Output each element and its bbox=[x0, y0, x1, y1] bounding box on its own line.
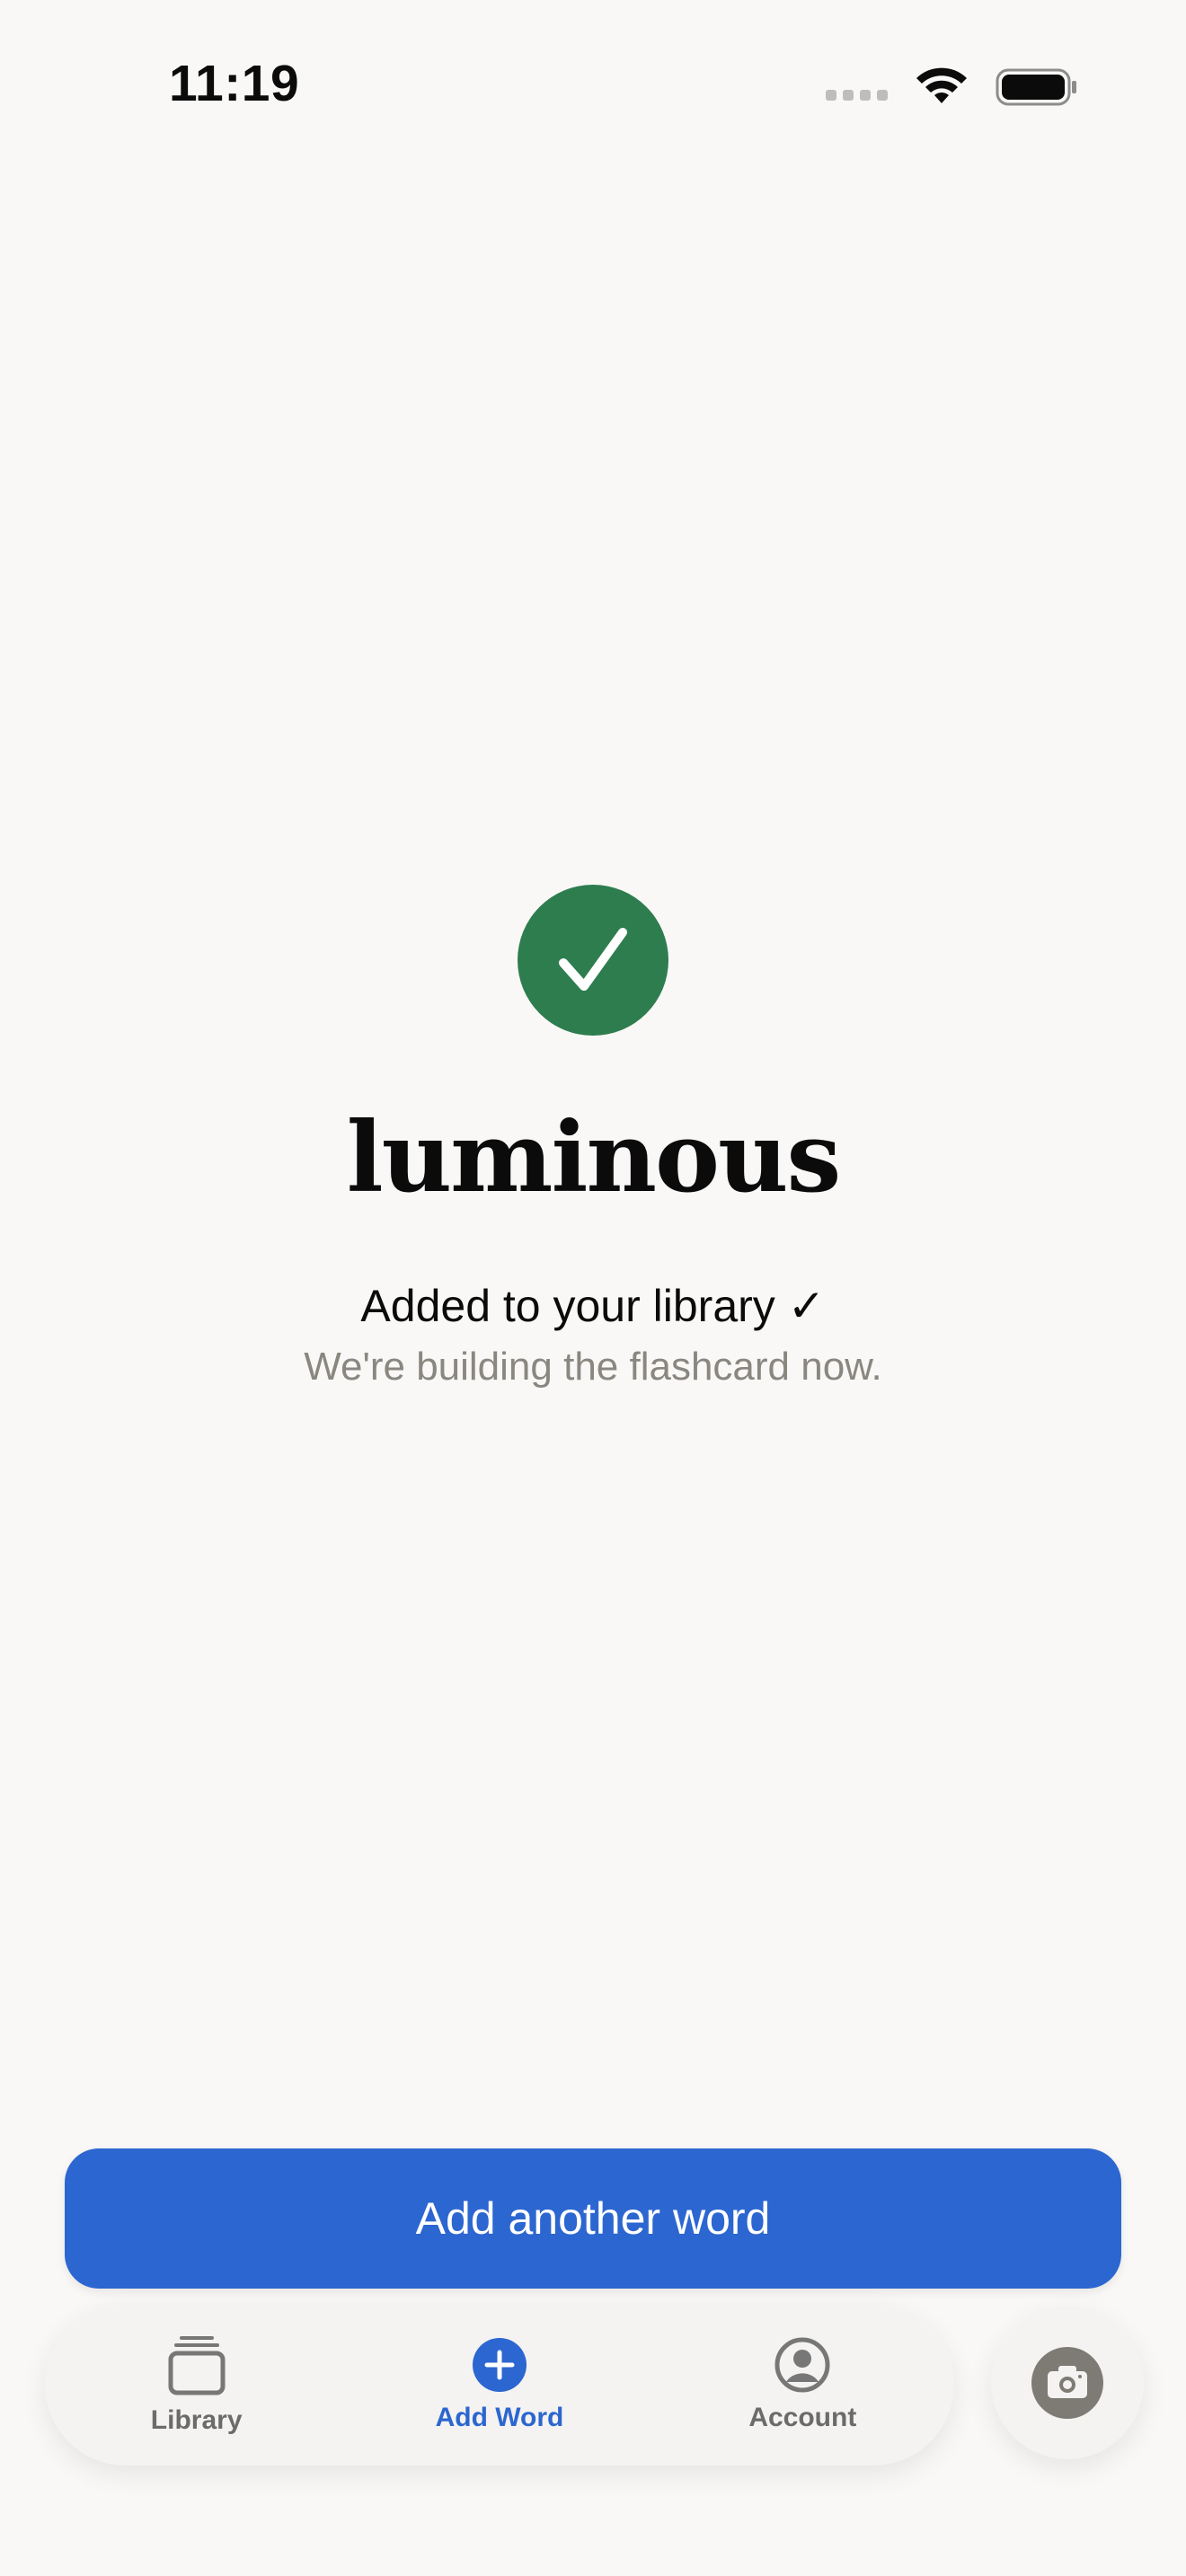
account-icon bbox=[774, 2337, 830, 2393]
confirmation-panel: luminous Added to your library ✓ We're b… bbox=[0, 885, 1186, 1389]
tab-library[interactable]: Library bbox=[62, 2333, 332, 2436]
tab-add-word-label: Add Word bbox=[435, 2403, 564, 2432]
success-badge bbox=[518, 885, 668, 1036]
status-bar: 11:19 bbox=[0, 0, 1186, 171]
tab-library-label: Library bbox=[150, 2405, 243, 2435]
added-word: luminous bbox=[346, 1101, 842, 1214]
add-another-word-button[interactable]: Add another word bbox=[65, 2148, 1121, 2289]
camera-icon bbox=[1031, 2347, 1103, 2419]
status-time: 11:19 bbox=[169, 55, 300, 112]
tab-account[interactable]: Account bbox=[668, 2336, 937, 2433]
tab-add-word[interactable]: Add Word bbox=[365, 2336, 634, 2433]
checkmark-icon bbox=[559, 928, 627, 991]
library-icon bbox=[168, 2336, 226, 2395]
signal-icon bbox=[826, 61, 888, 113]
battery-icon bbox=[996, 68, 1076, 106]
add-circle-icon bbox=[472, 2338, 527, 2392]
status-icons bbox=[826, 61, 1078, 113]
wifi-icon bbox=[916, 67, 967, 103]
tab-bar: Library Add Word Account bbox=[45, 2304, 954, 2466]
building-message: We're building the flashcard now. bbox=[304, 1345, 882, 1389]
camera-button[interactable] bbox=[991, 2307, 1144, 2459]
added-message: Added to your library ✓ bbox=[360, 1281, 826, 1331]
tab-account-label: Account bbox=[748, 2403, 857, 2432]
